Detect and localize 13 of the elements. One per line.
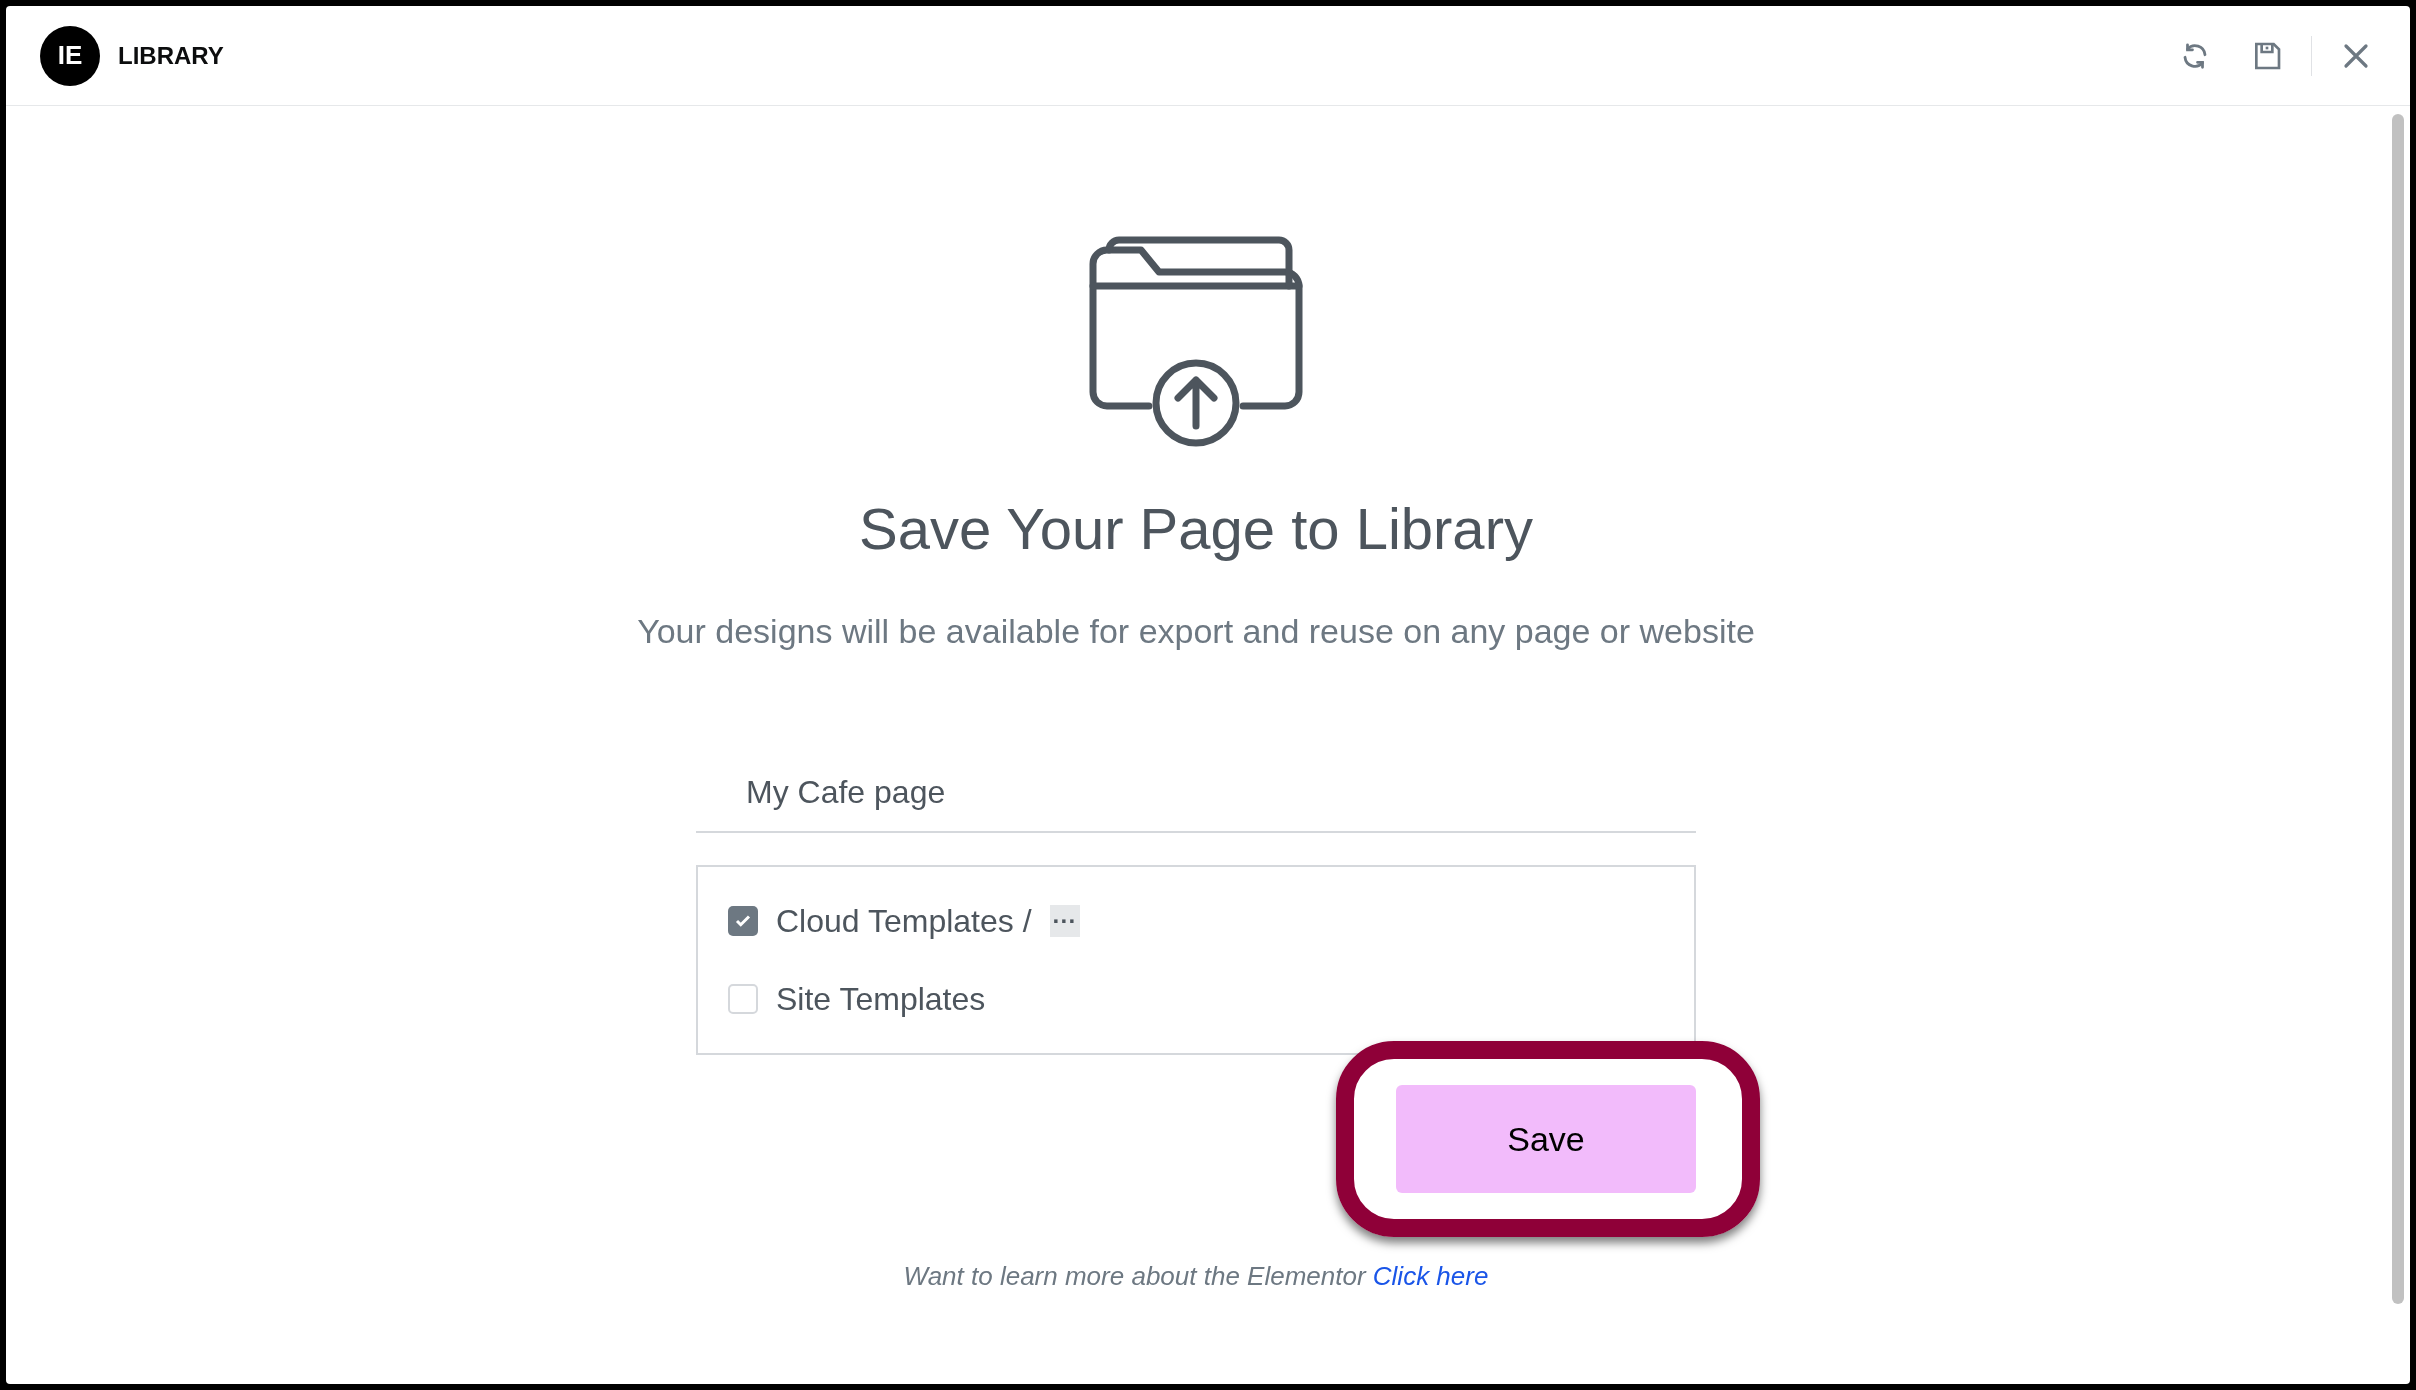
checkbox-label: Site Templates [776, 980, 986, 1019]
help-link[interactable]: Click here [1372, 1261, 1489, 1291]
template-name-field[interactable]: My Cafe page [696, 753, 1696, 833]
save-button[interactable]: Save [1396, 1085, 1696, 1193]
help-text: Want to learn more about the Elementor [903, 1261, 1366, 1291]
scrollbar-thumb[interactable] [2392, 114, 2404, 1304]
checkbox[interactable] [728, 906, 758, 936]
logo-icon: IE [40, 25, 100, 86]
checkbox[interactable] [728, 984, 758, 1014]
more-button[interactable]: ··· [1049, 905, 1080, 937]
dialog-subtitle: Your designs will be available for export and reuse on any page or website [637, 611, 1755, 652]
library-title: LIBRARY [118, 40, 224, 71]
checkbox-label: Cloud Templates / [776, 902, 1032, 941]
